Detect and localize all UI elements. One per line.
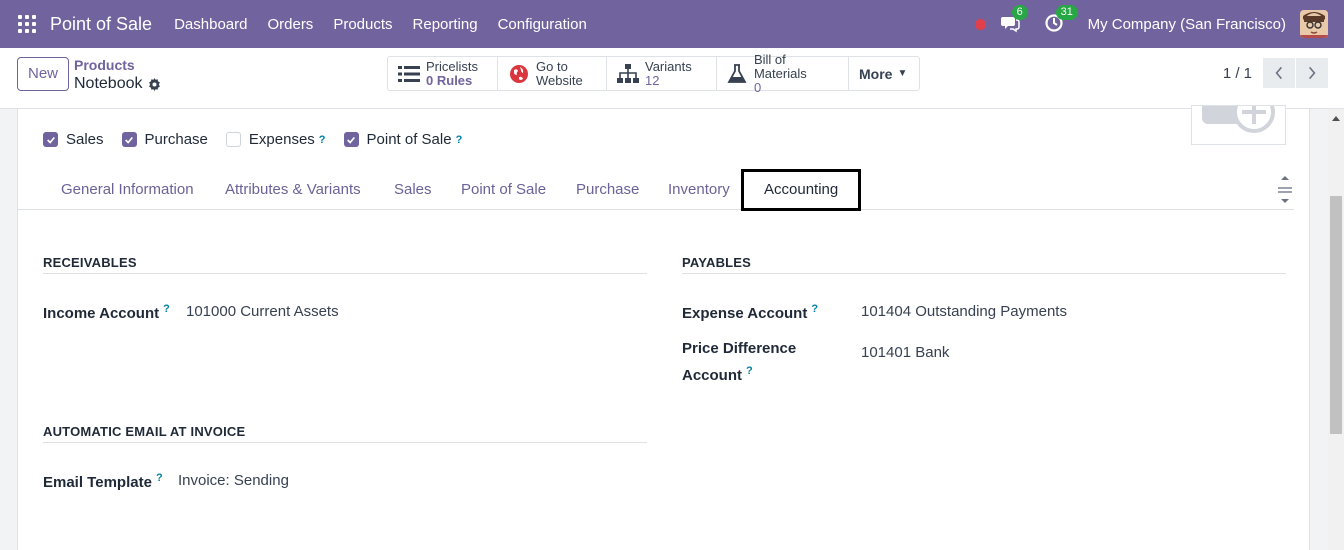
checkbox-checked-icon [343,132,359,147]
camera-add-icon [1202,106,1275,133]
chevron-right-icon [1308,66,1316,80]
email-template-field[interactable]: Invoice: Sending [178,472,289,489]
payables-section-title: PAYABLES [682,255,752,270]
notebook-tabs: General Information Attributes & Variant… [18,169,1294,211]
tabs-scroll-control[interactable] [1278,171,1292,209]
control-panel: New Products Notebook Pricelists 0 Rules… [0,48,1344,109]
record-name: Notebook [74,75,143,92]
list-icon [398,63,420,85]
apps-menu-icon[interactable] [18,15,36,33]
more-button[interactable]: More ▼ [849,57,919,90]
tab-attributes-variants[interactable]: Attributes & Variants [225,181,361,198]
checkbox-checked-icon [121,132,137,147]
expense-account-field[interactable]: 101404 Outstanding Payments [861,303,1067,320]
help-icon[interactable]: ? [456,134,463,146]
tab-point-of-sale[interactable]: Point of Sale [461,181,546,198]
gear-icon[interactable] [148,77,161,91]
activities-badge: 31 [1055,5,1078,20]
top-navbar: Point of Sale Dashboard Orders Products … [0,0,1344,48]
scroll-up-arrow-icon[interactable] [1328,111,1344,125]
company-switcher[interactable]: My Company (San Francisco) [1088,16,1286,33]
tab-inventory[interactable]: Inventory [668,181,730,198]
go-to-website-button[interactable]: Go to Website [498,57,607,90]
navbar-systray: 6 31 My Company (San Francisco) [974,0,1344,48]
section-divider [43,442,647,443]
app-name[interactable]: Point of Sale [50,14,152,35]
menu-reporting[interactable]: Reporting [403,16,488,33]
help-icon[interactable]: ? [811,303,818,315]
activities-icon[interactable]: 31 [1044,5,1078,35]
chevron-left-icon [1275,66,1283,80]
expense-account-label: Expense Account? [682,303,819,322]
tab-sales[interactable]: Sales [394,181,432,198]
menu-configuration[interactable]: Configuration [488,16,597,33]
variants-button[interactable]: Variants 12 [607,57,717,90]
price-difference-account-label: Price Difference Account? [682,340,797,384]
scrollbar-thumb[interactable] [1330,196,1342,434]
expenses-checkbox[interactable]: Expenses ? [225,131,326,148]
section-divider [682,273,1286,274]
pager-next-button[interactable] [1296,58,1328,88]
messages-badge: 6 [1011,5,1028,20]
smart-buttons: Pricelists 0 Rules Go to Website Variant… [387,52,920,94]
help-icon[interactable]: ? [163,303,170,315]
email-template-label: Email Template? [43,472,163,491]
help-icon[interactable]: ? [319,134,326,146]
help-icon[interactable]: ? [156,472,163,484]
breadcrumb-products[interactable]: Products [74,57,135,73]
sitemap-icon [617,63,639,85]
receivables-section-title: RECEIVABLES [43,255,137,270]
bill-of-materials-button[interactable]: Bill of Materials 0 [717,52,849,94]
product-image-placeholder[interactable] [1191,105,1286,145]
purchase-checkbox[interactable]: Purchase [121,131,208,148]
automatic-email-section-title: AUTOMATIC EMAIL AT INVOICE [43,424,246,439]
sales-checkbox[interactable]: Sales [43,131,104,148]
new-button[interactable]: New [17,57,70,91]
menu-orders[interactable]: Orders [257,16,323,33]
main-menu: Dashboard Orders Products Reporting Conf… [164,16,597,33]
point-of-sale-checkbox[interactable]: Point of Sale ? [343,131,463,148]
checkbox-unchecked-icon [225,132,241,147]
section-divider [43,273,647,274]
caret-down-icon: ▼ [897,67,908,79]
breadcrumb-current: Notebook [74,75,161,93]
messages-icon[interactable]: 6 [1000,5,1028,35]
price-difference-account-field[interactable]: 101401 Bank [861,344,949,361]
tab-purchase[interactable]: Purchase [576,181,639,198]
pager-value[interactable]: 1 / 1 [1223,65,1252,82]
form-sheet: Sales Purchase Expenses ? Point of Sale … [17,105,1310,550]
menu-dashboard[interactable]: Dashboard [164,16,257,33]
income-account-field[interactable]: 101000 Current Assets [186,303,339,320]
product-options: Sales Purchase Expenses ? Point of Sale … [43,131,480,148]
flask-icon [727,63,748,85]
help-icon[interactable]: ? [746,365,753,377]
globe-icon [508,63,530,85]
tab-general-information[interactable]: General Information [61,181,194,198]
user-avatar[interactable] [1300,10,1328,38]
income-account-label: Income Account? [43,303,170,322]
tab-accounting[interactable]: Accounting [741,169,862,211]
checkbox-checked-icon [43,132,58,147]
menu-products[interactable]: Products [323,16,402,33]
pager-previous-button[interactable] [1263,58,1295,88]
record-icon[interactable] [974,18,986,30]
pricelists-button[interactable]: Pricelists 0 Rules [388,57,498,90]
